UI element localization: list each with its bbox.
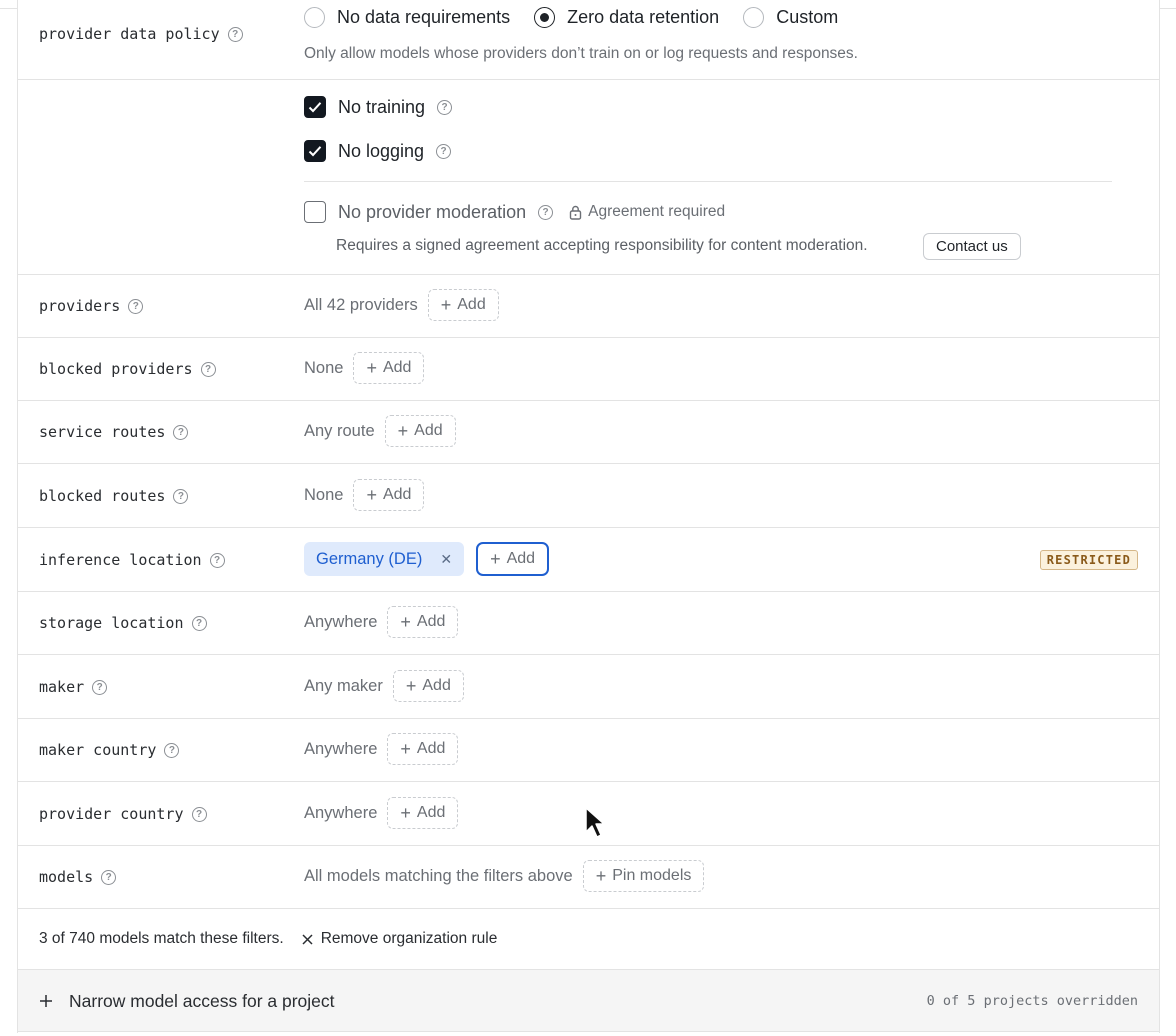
- blocked-routes-value: None + Add: [304, 479, 425, 511]
- add-provider-country-button[interactable]: + Add: [387, 797, 459, 829]
- storage-location-label: storage location ?: [39, 614, 207, 632]
- agreement-description: Requires a signed agreement accepting re…: [336, 237, 868, 254]
- no-logging-option[interactable]: No logging ?: [304, 140, 452, 162]
- plus-icon: +: [400, 803, 411, 823]
- maker-label: maker ?: [39, 678, 108, 696]
- add-blocked-route-button[interactable]: + Add: [353, 479, 425, 511]
- inference-location-label: inference location ?: [39, 551, 225, 569]
- checkbox-checked-icon[interactable]: [304, 140, 326, 162]
- provider-country-label: provider country ?: [39, 805, 207, 823]
- mouse-cursor-icon: [585, 807, 605, 838]
- filters-panel: provider data policy ? No data requireme…: [17, 0, 1160, 1033]
- plus-icon: +: [440, 295, 452, 315]
- maker-country-value: Anywhere + Add: [304, 733, 459, 765]
- provider-country-value: Anywhere + Add: [304, 797, 459, 829]
- help-icon[interactable]: ?: [227, 26, 243, 42]
- providers-row: providers ? All 42 providers + Add: [18, 275, 1159, 338]
- no-provider-moderation-option[interactable]: No provider moderation ? Agreement requi…: [304, 201, 725, 223]
- add-maker-country-button[interactable]: + Add: [387, 733, 459, 765]
- models-label: models ?: [39, 868, 117, 886]
- plus-icon: +: [366, 358, 377, 378]
- help-icon[interactable]: ?: [173, 488, 189, 504]
- help-icon[interactable]: ?: [209, 552, 225, 568]
- models-value: All models matching the filters above + P…: [304, 860, 705, 892]
- plus-icon: +: [490, 549, 501, 569]
- plus-icon: +: [397, 421, 409, 441]
- blocked-providers-label: blocked providers ?: [39, 360, 216, 378]
- provider-data-policy-label: provider data policy ?: [39, 25, 243, 43]
- radio-circle-icon[interactable]: [304, 7, 325, 28]
- help-icon[interactable]: ?: [101, 869, 117, 885]
- contact-us-button[interactable]: Contact us: [923, 233, 1021, 260]
- provider-data-policy-row: provider data policy ? No data requireme…: [18, 0, 1159, 80]
- providers-label: providers ?: [39, 297, 144, 315]
- service-routes-label: service routes ?: [39, 423, 189, 441]
- help-icon[interactable]: ?: [538, 204, 554, 220]
- help-icon[interactable]: ?: [191, 615, 207, 631]
- plus-icon: +: [595, 866, 607, 886]
- checkbox-unchecked-icon[interactable]: [304, 201, 326, 223]
- add-provider-button[interactable]: + Add: [427, 289, 499, 321]
- providers-value: All 42 providers + Add: [304, 289, 499, 321]
- restricted-badge: RESTRICTED: [1039, 550, 1138, 570]
- radio-selected-icon[interactable]: [534, 7, 556, 28]
- blocked-providers-row: blocked providers ? None + Add: [18, 338, 1159, 401]
- plus-icon: [40, 995, 52, 1007]
- plus-icon: +: [400, 612, 411, 632]
- pin-models-button[interactable]: + Pin models: [582, 860, 705, 892]
- add-blocked-provider-button[interactable]: + Add: [353, 352, 425, 384]
- help-icon[interactable]: ?: [173, 424, 189, 440]
- models-row: models ? All models matching the filters…: [18, 846, 1159, 909]
- agreement-required-note: Agreement required: [569, 203, 725, 221]
- projects-overridden-count: 0 of 5 projects overridden: [926, 993, 1138, 1009]
- help-icon[interactable]: ?: [200, 361, 216, 377]
- storage-location-value: Anywhere + Add: [304, 606, 459, 638]
- remove-organization-rule-button[interactable]: Remove organization rule: [302, 930, 497, 948]
- blocked-providers-value: None + Add: [304, 352, 425, 384]
- maker-value: Any maker + Add: [304, 670, 464, 702]
- help-icon[interactable]: ?: [164, 742, 180, 758]
- storage-location-row: storage location ? Anywhere + Add: [18, 592, 1159, 655]
- maker-country-row: maker country ? Anywhere + Add: [18, 719, 1159, 782]
- blocked-routes-row: blocked routes ? None + Add: [18, 464, 1159, 528]
- close-icon: [302, 933, 313, 945]
- inference-location-row: inference location ? Germany (DE) ✕ + Add…: [18, 528, 1159, 592]
- no-training-option[interactable]: No training ?: [304, 96, 453, 118]
- remove-chip-icon[interactable]: ✕: [440, 551, 452, 568]
- plus-icon: +: [366, 485, 377, 505]
- add-maker-button[interactable]: + Add: [392, 670, 464, 702]
- policy-description: Only allow models whose providers don’t …: [304, 45, 858, 62]
- help-icon[interactable]: ?: [128, 298, 144, 314]
- add-service-route-button[interactable]: + Add: [384, 415, 456, 447]
- radio-custom[interactable]: Custom: [743, 7, 838, 28]
- help-icon[interactable]: ?: [437, 99, 453, 115]
- radio-zero-data-retention[interactable]: Zero data retention: [534, 7, 719, 28]
- narrow-model-access-button[interactable]: Narrow model access for a project: [39, 970, 335, 1032]
- maker-row: maker ? Any maker + Add: [18, 655, 1159, 719]
- policy-radio-group: No data requirements Zero data retention…: [304, 7, 838, 28]
- summary-row: 3 of 740 models match these filters. Rem…: [18, 909, 1159, 970]
- checkbox-checked-icon[interactable]: [304, 96, 326, 118]
- inference-location-value: Germany (DE) ✕ + Add: [304, 542, 550, 576]
- radio-no-data-requirements[interactable]: No data requirements: [304, 7, 510, 28]
- location-chip[interactable]: Germany (DE) ✕: [304, 542, 465, 576]
- plus-icon: +: [405, 676, 417, 696]
- add-storage-location-button[interactable]: + Add: [387, 606, 459, 638]
- options-divider: [304, 181, 1112, 182]
- blocked-routes-label: blocked routes ?: [39, 487, 189, 505]
- match-summary: 3 of 740 models match these filters. Rem…: [39, 930, 498, 948]
- help-icon[interactable]: ?: [92, 679, 108, 695]
- service-routes-row: service routes ? Any route + Add: [18, 401, 1159, 464]
- lock-icon: [569, 205, 582, 220]
- help-icon[interactable]: ?: [436, 143, 452, 159]
- service-routes-value: Any route + Add: [304, 415, 456, 447]
- add-inference-location-button[interactable]: + Add: [476, 542, 550, 576]
- narrow-access-footer[interactable]: Narrow model access for a project 0 of 5…: [18, 970, 1159, 1032]
- plus-icon: +: [400, 739, 411, 759]
- radio-circle-icon[interactable]: [743, 7, 765, 28]
- help-icon[interactable]: ?: [191, 806, 207, 822]
- maker-country-label: maker country ?: [39, 741, 180, 759]
